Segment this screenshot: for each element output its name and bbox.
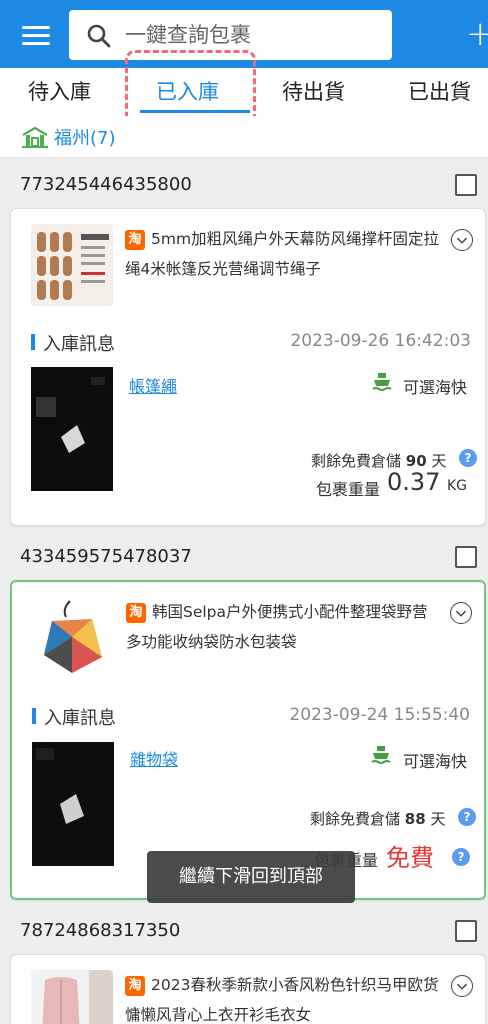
- select-checkbox[interactable]: [455, 546, 477, 568]
- ship-icon: [372, 373, 392, 391]
- package-card[interactable]: 淘 5mm加粗风绳户外天幕防风绳撑杆固定拉绳4米帐篷反光营绳调节绳子 入庫訊息 …: [10, 208, 486, 526]
- select-checkbox[interactable]: [455, 920, 477, 942]
- free-storage-info: 剩餘免費倉儲 88 天: [310, 808, 445, 829]
- location-label: 福州(7): [54, 128, 116, 149]
- item-name-link[interactable]: 雜物袋: [130, 746, 178, 770]
- storage-label: 剩餘免費倉儲: [310, 810, 401, 828]
- shipping-option: 可選海快: [403, 378, 468, 397]
- product-thumbnail[interactable]: [32, 597, 114, 679]
- storage-unit: 天: [430, 810, 446, 828]
- select-checkbox[interactable]: [455, 174, 477, 196]
- package-photo: [31, 367, 113, 491]
- product-thumbnail[interactable]: [31, 970, 113, 1024]
- shipping-option: 可選海快: [403, 752, 468, 771]
- product-title[interactable]: 韩国Selpa户外便携式小配件整理袋野营多功能收纳袋防水包装袋: [126, 597, 441, 657]
- package-photo: [32, 742, 114, 866]
- item-photo[interactable]: [32, 742, 114, 866]
- section-marker: [32, 708, 36, 724]
- tab-shipped[interactable]: 已出貨: [408, 76, 471, 110]
- weight-unit: KG: [447, 478, 468, 494]
- warehouse-icon: [22, 126, 48, 148]
- tab-pending-shipment[interactable]: 待出貨: [282, 76, 345, 110]
- tracking-number: 773245446435800: [20, 174, 192, 195]
- tracking-number: 433459575478037: [20, 546, 192, 567]
- chevron-down-icon[interactable]: [450, 602, 472, 624]
- tab-pending-inbound[interactable]: 待入庫: [28, 76, 91, 110]
- package-card[interactable]: 淘 2023春秋季新款小香风粉色针织马甲欧货慵懒风背心上衣开衫毛衣女: [10, 954, 486, 1024]
- inbound-timestamp: 2023-09-24 15:55:40: [289, 705, 470, 725]
- product-thumbnail[interactable]: [31, 224, 113, 306]
- item-name-link[interactable]: 帳篷繩: [129, 373, 177, 397]
- search-input[interactable]: [125, 20, 380, 50]
- menu-icon[interactable]: [22, 26, 50, 46]
- weight-value: 0.37: [387, 468, 441, 496]
- status-tabs: 待入庫 已入庫 待出貨 已出貨: [0, 68, 488, 116]
- pouch-image: [32, 597, 114, 679]
- inbound-info-title: 入庫訊息: [44, 708, 116, 729]
- help-icon[interactable]: ?: [458, 808, 476, 826]
- scroll-to-top-toast[interactable]: 繼續下滑回到頂部: [147, 851, 355, 903]
- search-icon: [87, 24, 111, 48]
- item-photo[interactable]: [31, 367, 113, 491]
- chevron-down-icon[interactable]: [451, 229, 473, 251]
- ship-icon: [371, 746, 391, 764]
- help-icon[interactable]: ?: [459, 449, 477, 467]
- tab-inbound[interactable]: 已入庫: [156, 76, 219, 110]
- product-title[interactable]: 5mm加粗风绳户外天幕防风绳撑杆固定拉绳4米帐篷反光营绳调节绳子: [125, 224, 440, 284]
- active-tab-indicator: [140, 110, 250, 113]
- chevron-down-icon[interactable]: [451, 975, 473, 997]
- search-box[interactable]: [69, 10, 392, 60]
- product-title[interactable]: 2023春秋季新款小香风粉色针织马甲欧货慵懒风背心上衣开衫毛衣女: [125, 970, 440, 1024]
- package-header: 433459575478037: [0, 536, 488, 580]
- inbound-info-title: 入庫訊息: [43, 334, 115, 355]
- weight-label: 包裹重量: [316, 480, 381, 499]
- inbound-timestamp: 2023-09-26 16:42:03: [290, 331, 471, 351]
- package-header: 773245446435800: [0, 164, 488, 208]
- weight-value-free: 免費: [386, 844, 434, 872]
- rope-image: [31, 224, 113, 306]
- help-icon[interactable]: ?: [452, 848, 470, 866]
- add-button[interactable]: +: [466, 16, 488, 52]
- vest-image: [31, 970, 113, 1024]
- section-marker: [31, 334, 35, 350]
- warehouse-location-row[interactable]: 福州(7): [0, 116, 488, 158]
- top-app-bar: +: [0, 0, 488, 68]
- package-header: 78724868317350: [0, 910, 488, 954]
- storage-days: 88: [404, 810, 426, 828]
- tracking-number: 78724868317350: [20, 920, 181, 941]
